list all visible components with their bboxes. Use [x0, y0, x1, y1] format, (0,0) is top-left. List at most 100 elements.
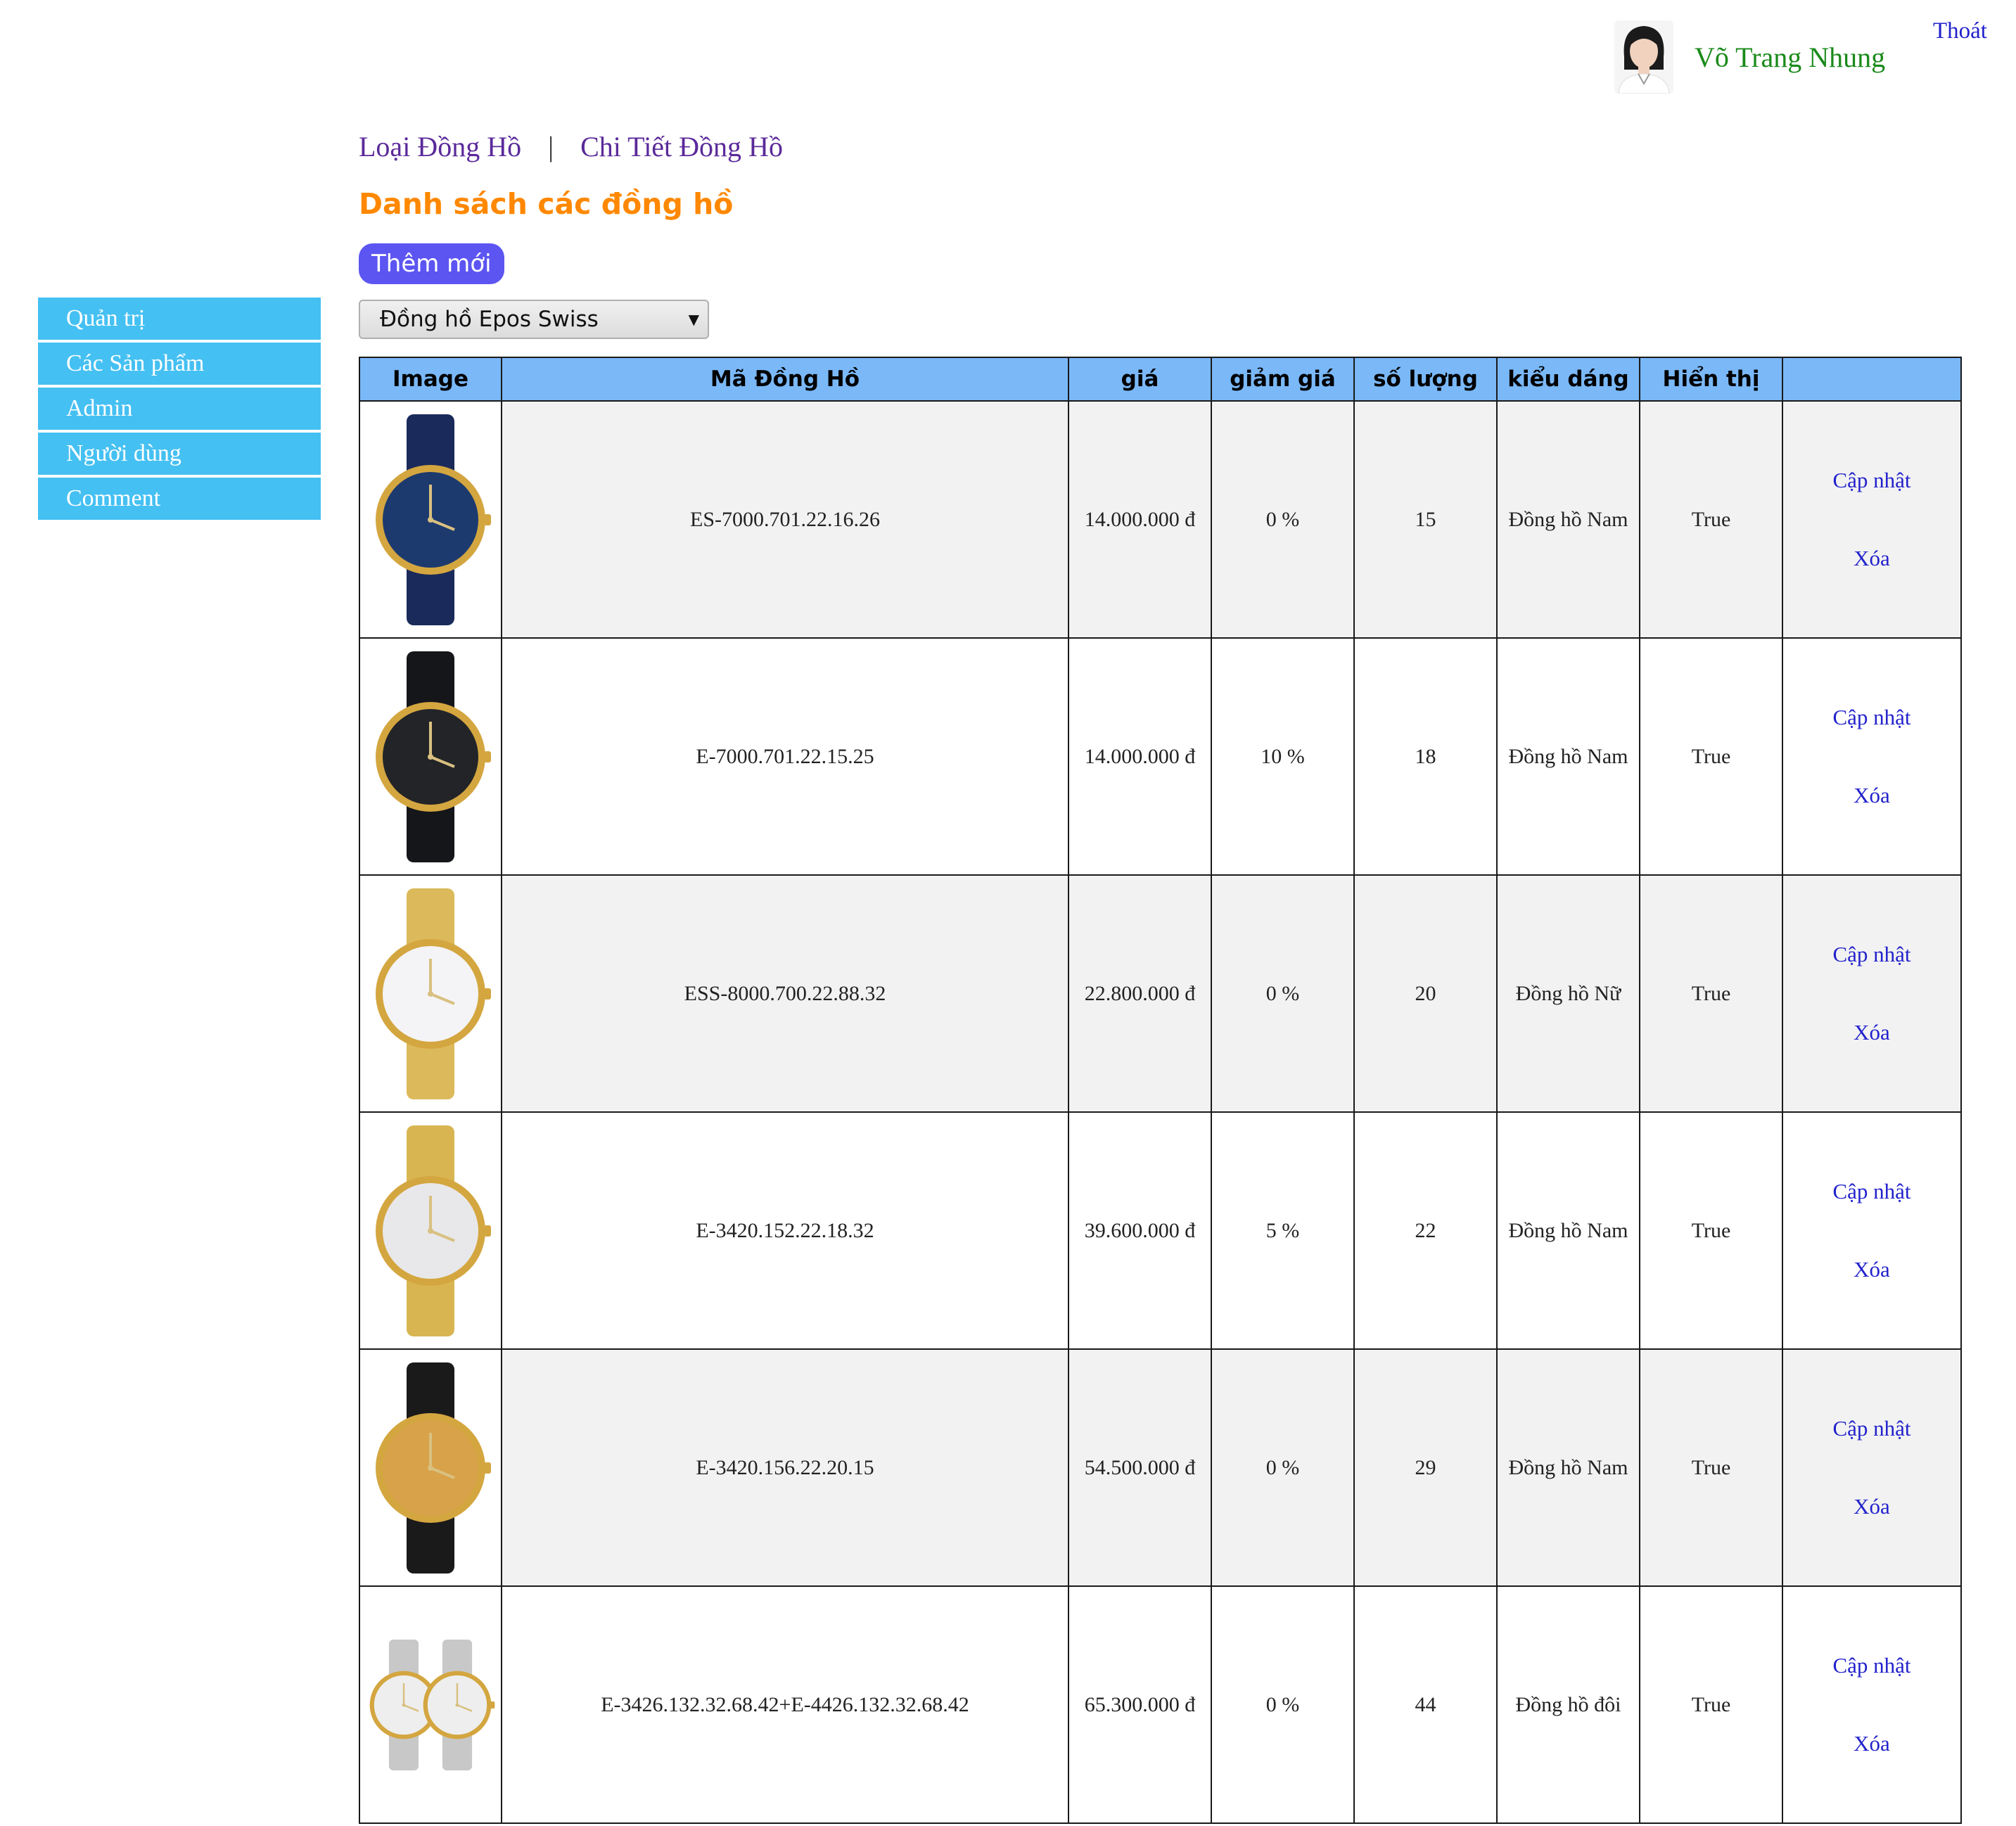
add-new-button[interactable]: Thêm mới — [359, 243, 504, 284]
delete-link[interactable]: Xóa — [1783, 1257, 1960, 1282]
watch-style: Đồng hồ Nam — [1496, 1111, 1640, 1350]
watch-quantity: 44 — [1353, 1585, 1498, 1824]
col-header-quantity: số lượng — [1353, 357, 1498, 402]
update-link[interactable]: Cập nhật — [1783, 705, 1960, 730]
sidebar-item-users[interactable]: Người dùng — [38, 433, 321, 475]
watch-price: 39.600.000 đ — [1068, 1111, 1212, 1350]
watch-style: Đồng hồ Nữ — [1496, 874, 1640, 1113]
nav-watch-details-link[interactable]: Chi Tiết Đồng Hồ — [580, 131, 783, 162]
delete-link[interactable]: Xóa — [1783, 1731, 1960, 1756]
watch-visible: True — [1639, 1348, 1783, 1587]
nav-watch-types-link[interactable]: Loại Đồng Hồ — [359, 131, 521, 162]
table-row: E-3420.156.22.20.15 54.500.000 đ 0 % 29 … — [359, 1348, 1962, 1587]
col-header-price: giá — [1068, 357, 1212, 402]
watch-image — [360, 1355, 501, 1581]
update-link[interactable]: Cập nhật — [1783, 1416, 1960, 1441]
logout-link[interactable]: Thoát — [1933, 18, 1987, 44]
table-row: E-7000.701.22.15.25 14.000.000 đ 10 % 18… — [359, 637, 1962, 876]
watch-quantity: 29 — [1353, 1348, 1498, 1587]
update-link[interactable]: Cập nhật — [1783, 1179, 1960, 1204]
sidebar-item-comment[interactable]: Comment — [38, 478, 321, 520]
row-actions: Cập nhật Xóa — [1782, 1348, 1962, 1587]
col-header-actions — [1782, 357, 1962, 402]
watch-price: 14.000.000 đ — [1068, 637, 1212, 876]
watch-code: E-7000.701.22.15.25 — [501, 637, 1069, 876]
watch-discount: 0 % — [1211, 400, 1355, 639]
nav-separator: | — [548, 131, 554, 162]
watch-code: ES-7000.701.22.16.26 — [501, 400, 1069, 639]
watch-visible: True — [1639, 637, 1783, 876]
table-header-row: Image Mã Đồng Hồ giá giảm giá số lượng k… — [359, 357, 1962, 402]
watch-code: E-3420.152.22.18.32 — [501, 1111, 1069, 1350]
watch-style: Đồng hồ Nam — [1496, 1348, 1640, 1587]
watch-quantity: 20 — [1353, 874, 1498, 1113]
row-actions: Cập nhật Xóa — [1782, 874, 1962, 1113]
delete-link[interactable]: Xóa — [1783, 1020, 1960, 1045]
watch-image-cell — [359, 637, 502, 876]
row-actions: Cập nhật Xóa — [1782, 637, 1962, 876]
watch-price: 14.000.000 đ — [1068, 400, 1212, 639]
row-actions: Cập nhật Xóa — [1782, 400, 1962, 639]
brand-filter-select[interactable]: Đồng hồ Epos Swiss ▼ — [359, 300, 709, 339]
watch-image — [360, 881, 501, 1106]
sidebar-item-quan-tri[interactable]: Quản trị — [38, 298, 321, 340]
col-header-code: Mã Đồng Hồ — [501, 357, 1069, 402]
col-header-image: Image — [359, 357, 502, 402]
update-link[interactable]: Cập nhật — [1783, 468, 1960, 493]
watch-code: E-3420.156.22.20.15 — [501, 1348, 1069, 1587]
watch-discount: 5 % — [1211, 1111, 1355, 1350]
watch-quantity: 15 — [1353, 400, 1498, 639]
watch-image-cell — [359, 874, 502, 1113]
row-actions: Cập nhật Xóa — [1782, 1111, 1962, 1350]
watch-image-cell — [359, 1111, 502, 1350]
user-box: Võ Trang Nhung — [1614, 18, 1885, 96]
watch-price: 54.500.000 đ — [1068, 1348, 1212, 1587]
watch-style: Đồng hồ Nam — [1496, 637, 1640, 876]
col-header-style: kiểu dáng — [1496, 357, 1640, 402]
watch-image-cell — [359, 1348, 502, 1587]
col-header-discount: giảm giá — [1211, 357, 1355, 402]
sidebar: Quản trị Các Sản phẩm Admin Người dùng C… — [38, 298, 321, 523]
watch-quantity: 22 — [1353, 1111, 1498, 1350]
watch-discount: 0 % — [1211, 1348, 1355, 1587]
delete-link[interactable]: Xóa — [1783, 783, 1960, 808]
watch-price: 65.300.000 đ — [1068, 1585, 1212, 1824]
col-header-visible: Hiển thị — [1639, 357, 1783, 402]
top-nav: Loại Đồng Hồ | Chi Tiết Đồng Hồ — [359, 130, 783, 163]
watch-image-cell — [359, 1585, 502, 1824]
watch-style: Đồng hồ đôi — [1496, 1585, 1640, 1824]
watch-visible: True — [1639, 1111, 1783, 1350]
table-row: E-3426.132.32.68.42+E-4426.132.32.68.42 … — [359, 1585, 1962, 1824]
brand-filter-value: Đồng hồ Epos Swiss — [380, 307, 599, 332]
delete-link[interactable]: Xóa — [1783, 546, 1960, 571]
dropdown-arrow-icon: ▼ — [688, 311, 699, 328]
watch-image — [360, 644, 501, 869]
delete-link[interactable]: Xóa — [1783, 1494, 1960, 1519]
table-row: ES-7000.701.22.16.26 14.000.000 đ 0 % 15… — [359, 400, 1962, 639]
watch-code: E-3426.132.32.68.42+E-4426.132.32.68.42 — [501, 1585, 1069, 1824]
avatar — [1614, 20, 1673, 94]
table-row: ESS-8000.700.22.88.32 22.800.000 đ 0 % 2… — [359, 874, 1962, 1113]
watch-quantity: 18 — [1353, 637, 1498, 876]
watch-image-cell — [359, 400, 502, 639]
update-link[interactable]: Cập nhật — [1783, 1653, 1960, 1678]
watch-discount: 10 % — [1211, 637, 1355, 876]
watch-code: ESS-8000.700.22.88.32 — [501, 874, 1069, 1113]
watch-price: 22.800.000 đ — [1068, 874, 1212, 1113]
page-title: Danh sách các đồng hồ — [359, 187, 734, 221]
watch-image — [360, 1118, 501, 1343]
row-actions: Cập nhật Xóa — [1782, 1585, 1962, 1824]
watch-visible: True — [1639, 400, 1783, 639]
table-row: E-3420.152.22.18.32 39.600.000 đ 5 % 22 … — [359, 1111, 1962, 1350]
watch-visible: True — [1639, 1585, 1783, 1824]
watch-image — [360, 1592, 501, 1818]
user-name: Võ Trang Nhung — [1695, 41, 1886, 73]
watch-discount: 0 % — [1211, 1585, 1355, 1824]
watch-visible: True — [1639, 874, 1783, 1113]
watch-table: Image Mã Đồng Hồ giá giảm giá số lượng k… — [359, 357, 1962, 1824]
watch-image — [360, 407, 501, 632]
update-link[interactable]: Cập nhật — [1783, 942, 1960, 967]
sidebar-item-products[interactable]: Các Sản phẩm — [38, 343, 321, 385]
sidebar-item-admin[interactable]: Admin — [38, 388, 321, 430]
watch-discount: 0 % — [1211, 874, 1355, 1113]
